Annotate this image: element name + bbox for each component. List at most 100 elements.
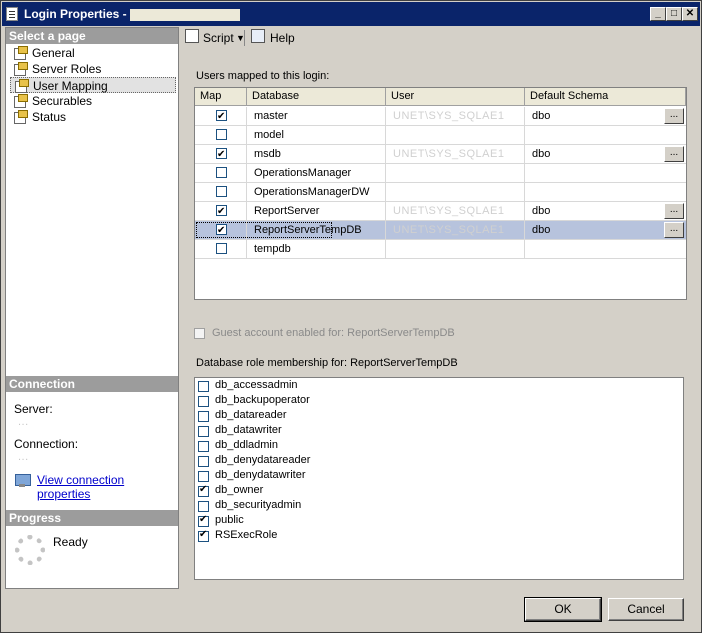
default-schema-cell[interactable] (525, 183, 686, 202)
help-button[interactable]: Help (270, 29, 295, 47)
default-schema-value: dbo (532, 224, 551, 236)
map-checkbox[interactable] (216, 243, 227, 254)
list-item[interactable]: db_accessadmin (198, 379, 498, 394)
column-header-user[interactable]: User (386, 88, 525, 106)
toolbar-separator (244, 30, 245, 46)
page-item-status[interactable]: Status (10, 109, 176, 125)
user-cell[interactable]: UNET\SYS_SQLAE1 (386, 202, 525, 221)
default-schema-cell[interactable] (525, 126, 686, 145)
default-schema-cell[interactable]: dbo... (525, 202, 686, 221)
map-checkbox[interactable] (216, 167, 227, 178)
list-item[interactable]: db_securityadmin (198, 499, 498, 514)
page-item-general[interactable]: General (10, 45, 176, 61)
map-checkbox[interactable] (216, 203, 227, 221)
default-schema-cell[interactable]: dbo... (525, 221, 686, 240)
default-schema-cell[interactable]: dbo... (525, 107, 686, 126)
page-item-label: User Mapping (33, 79, 108, 93)
page-icon (13, 94, 28, 108)
role-checkbox[interactable] (198, 456, 209, 467)
role-membership-label: Database role membership for: ReportServ… (196, 357, 458, 369)
table-row[interactable]: ReportServerTempDBUNET\SYS_SQLAE1dbo... (195, 221, 686, 240)
user-cell[interactable] (386, 183, 525, 202)
minimize-button[interactable]: _ (650, 7, 666, 21)
database-cell: ReportServer (247, 202, 386, 221)
browse-schema-button[interactable]: ... (664, 146, 684, 162)
map-cell (195, 183, 247, 202)
ok-button[interactable]: OK (524, 597, 602, 622)
page-item-label: Securables (32, 94, 93, 108)
table-row[interactable]: msdbUNET\SYS_SQLAE1dbo... (195, 145, 686, 164)
progress-status: Ready (53, 535, 88, 549)
list-item[interactable]: public (198, 514, 498, 529)
column-header-database[interactable]: Database (247, 88, 386, 106)
maximize-button[interactable]: □ (666, 7, 682, 21)
title-bar[interactable]: Login Properties - _ □ ✕ (2, 2, 700, 26)
role-checkbox[interactable] (198, 471, 209, 482)
table-row[interactable]: ReportServerUNET\SYS_SQLAE1dbo... (195, 202, 686, 221)
map-checkbox[interactable] (216, 108, 227, 126)
list-item[interactable]: db_denydatawriter (198, 469, 498, 484)
map-cell (195, 145, 247, 164)
database-cell: tempdb (247, 240, 386, 259)
list-item[interactable]: db_datareader (198, 409, 498, 424)
page-item-user-mapping[interactable]: User Mapping (10, 77, 176, 93)
column-header-default-schema[interactable]: Default Schema (525, 88, 686, 106)
role-checkbox[interactable] (198, 441, 209, 452)
role-label: db_ddladmin (215, 439, 278, 451)
default-schema-cell[interactable] (525, 240, 686, 259)
role-label: db_denydatawriter (215, 469, 306, 481)
table-row[interactable]: model (195, 126, 686, 145)
role-label: public (215, 514, 244, 526)
database-cell: master (247, 107, 386, 126)
role-checkbox[interactable] (198, 381, 209, 392)
default-schema-cell[interactable]: dbo... (525, 145, 686, 164)
role-checkbox[interactable] (198, 411, 209, 422)
script-button[interactable]: Script (203, 29, 234, 47)
role-checkbox[interactable] (198, 396, 209, 407)
map-checkbox[interactable] (216, 146, 227, 164)
map-checkbox[interactable] (216, 222, 227, 240)
page-item-securables[interactable]: Securables (10, 93, 176, 109)
help-icon (251, 29, 265, 43)
browse-schema-button[interactable]: ... (664, 203, 684, 219)
list-item[interactable]: db_owner (198, 484, 498, 499)
map-checkbox[interactable] (216, 129, 227, 140)
role-checkbox[interactable] (198, 501, 209, 512)
table-row[interactable]: tempdb (195, 240, 686, 259)
progress-header: Progress (6, 510, 178, 526)
user-cell[interactable]: UNET\SYS_SQLAE1 (386, 221, 525, 240)
user-cell[interactable] (386, 240, 525, 259)
view-connection-properties-link[interactable]: View connection properties (37, 473, 178, 501)
select-page-header: Select a page (6, 28, 178, 44)
user-cell[interactable] (386, 164, 525, 183)
cancel-button[interactable]: Cancel (608, 598, 684, 621)
role-checkbox[interactable] (198, 426, 209, 437)
default-schema-cell[interactable] (525, 164, 686, 183)
list-item[interactable]: db_denydatareader (198, 454, 498, 469)
user-cell[interactable]: UNET\SYS_SQLAE1 (386, 145, 525, 164)
browse-schema-button[interactable]: ... (664, 108, 684, 124)
table-row[interactable]: masterUNET\SYS_SQLAE1dbo... (195, 107, 686, 126)
progress-spinner-icon (15, 535, 45, 565)
table-row[interactable]: OperationsManager (195, 164, 686, 183)
window-title: Login Properties - (24, 7, 127, 21)
list-item[interactable]: RSExecRole (198, 529, 498, 544)
user-cell[interactable] (386, 126, 525, 145)
guest-account-option: Guest account enabled for: ReportServerT… (194, 327, 594, 341)
browse-schema-button[interactable]: ... (664, 222, 684, 238)
users-mapped-label: Users mapped to this login: (196, 70, 330, 82)
list-item[interactable]: db_ddladmin (198, 439, 498, 454)
column-header-map[interactable]: Map (195, 88, 247, 106)
map-cell (195, 126, 247, 145)
role-checkbox[interactable] (198, 484, 209, 497)
close-button[interactable]: ✕ (682, 7, 698, 21)
list-item[interactable]: db_datawriter (198, 424, 498, 439)
list-item[interactable]: db_backupoperator (198, 394, 498, 409)
role-label: db_accessadmin (215, 379, 298, 391)
role-checkbox[interactable] (198, 514, 209, 527)
table-row[interactable]: OperationsManagerDW (195, 183, 686, 202)
role-checkbox[interactable] (198, 529, 209, 542)
user-cell[interactable]: UNET\SYS_SQLAE1 (386, 107, 525, 126)
map-checkbox[interactable] (216, 186, 227, 197)
page-item-server-roles[interactable]: Server Roles (10, 61, 176, 77)
